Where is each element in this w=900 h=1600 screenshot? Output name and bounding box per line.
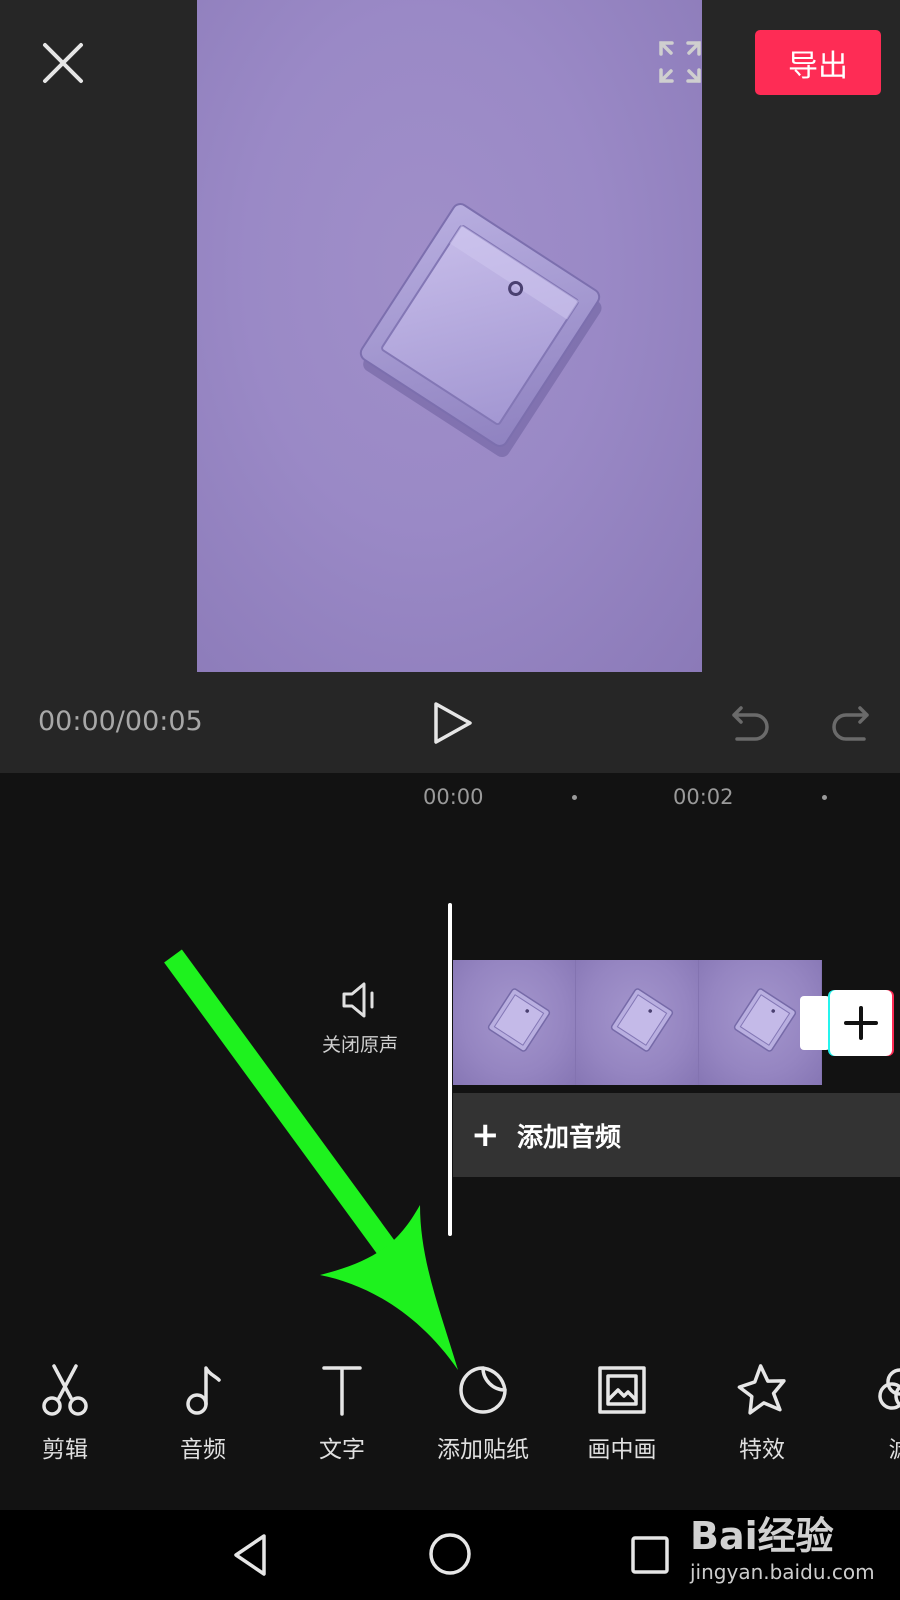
scissors-icon <box>42 1364 88 1416</box>
add-audio-label: 添加音频 <box>517 1122 622 1153</box>
toolbar-item-text[interactable]: 文字 <box>277 1362 407 1464</box>
music-note-icon <box>186 1366 221 1415</box>
add-clip-plus-icon[interactable] <box>828 988 898 1058</box>
toolbar-item-cut[interactable]: 剪辑 <box>0 1362 130 1464</box>
editor-top-area: 导出 00:00/00:05 <box>0 0 900 773</box>
toolbar-label-filter: 滤 <box>888 1437 900 1463</box>
mute-original-sound-label: 关闭原声 <box>321 1034 398 1056</box>
toolbar-label-audio: 音频 <box>180 1437 226 1463</box>
video-clip-track[interactable] <box>453 960 822 1085</box>
video-preview[interactable] <box>197 0 702 672</box>
toolbar-item-picture-in-picture[interactable]: 画中画 <box>557 1362 687 1464</box>
ruler-label-0: 00:00 <box>423 785 484 809</box>
back-triangle-icon[interactable] <box>228 1530 274 1580</box>
ruler-label-2: 00:02 <box>673 785 734 809</box>
baidu-jingyan-watermark: Bai经验 jingyan.baidu.com <box>690 1505 890 1595</box>
ruler-dot <box>822 795 827 800</box>
bottom-toolbar: 剪辑 音频 文字 添加贴纸 画中画 特效 滤 <box>0 1362 900 1510</box>
speaker-icon <box>342 982 374 1018</box>
toolbar-label-cut: 剪辑 <box>42 1437 88 1463</box>
play-icon[interactable] <box>430 700 474 746</box>
ruler-dot <box>572 795 577 800</box>
text-icon <box>322 1366 362 1416</box>
toolbar-item-audio[interactable]: 音频 <box>138 1362 268 1464</box>
toolbar-item-filter[interactable]: 滤 <box>835 1362 900 1464</box>
home-circle-icon[interactable] <box>426 1530 474 1578</box>
export-button[interactable]: 导出 <box>755 30 881 95</box>
recent-square-icon[interactable] <box>628 1533 672 1577</box>
toolbar-item-add-sticker[interactable]: 添加贴纸 <box>418 1362 548 1464</box>
plus-icon: + <box>471 1115 500 1155</box>
clip-thumbnail <box>453 960 576 1085</box>
watermark-url: jingyan.baidu.com <box>690 1560 875 1584</box>
watermark-brand: Bai经验 <box>690 1514 834 1558</box>
toolbar-item-effects[interactable]: 特效 <box>697 1362 827 1464</box>
timeline-playhead[interactable] <box>448 903 452 1236</box>
star-effect-icon <box>737 1364 786 1415</box>
toolbar-label-text: 文字 <box>319 1437 365 1463</box>
sticker-icon <box>459 1366 507 1414</box>
toolbar-label-add-sticker: 添加贴纸 <box>437 1437 529 1463</box>
filter-icon <box>878 1368 900 1410</box>
redo-icon[interactable] <box>830 704 870 742</box>
time-readout: 00:00/00:05 <box>38 706 203 737</box>
clip-thumbnail <box>576 960 699 1085</box>
toolbar-label-effects: 特效 <box>739 1437 785 1463</box>
clip-end-handle[interactable] <box>800 996 830 1050</box>
undo-icon[interactable] <box>731 704 771 742</box>
mute-original-sound-button[interactable]: 关闭原声 <box>305 980 415 1072</box>
toolbar-label-picture-in-picture: 画中画 <box>587 1437 657 1463</box>
fullscreen-icon[interactable] <box>658 40 702 84</box>
picture-in-picture-icon <box>598 1366 646 1414</box>
add-audio-button[interactable]: + 添加音频 <box>453 1093 900 1177</box>
close-icon[interactable] <box>40 40 86 86</box>
preview-frame-image <box>359 203 602 457</box>
